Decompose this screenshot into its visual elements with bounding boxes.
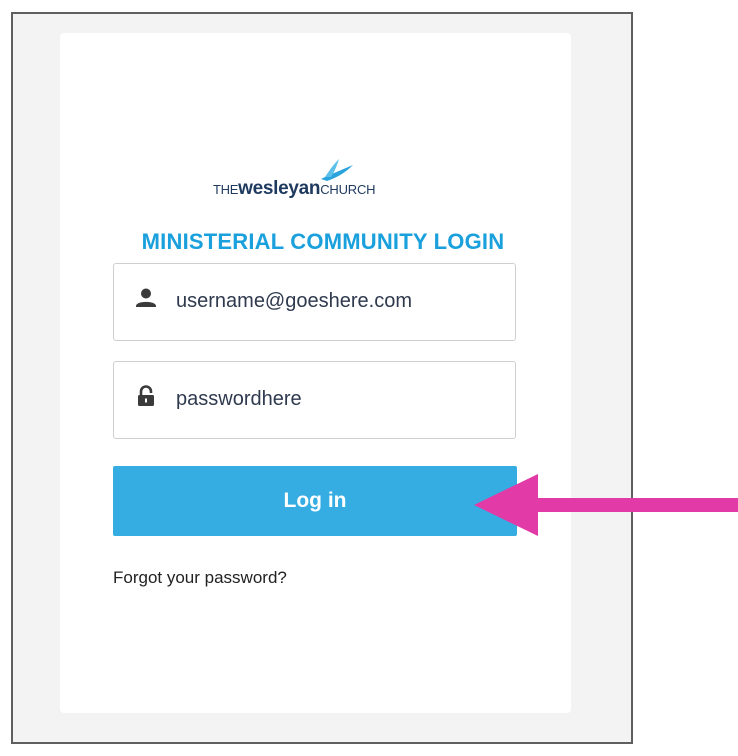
password-field[interactable]: passwordhere: [113, 361, 516, 439]
page-title: MINISTERIAL COMMUNITY LOGIN: [141, 229, 505, 254]
screenshot-frame: THEwesleyanCHURCH MINISTERIAL COMMUNITY …: [11, 12, 633, 744]
wesleyan-church-logo: THEwesleyanCHURCH: [213, 157, 423, 199]
password-value: passwordhere: [176, 388, 302, 410]
logo-wesleyan: wesleyan: [238, 178, 321, 199]
logo-wordmark: THEwesleyanCHURCH: [213, 178, 376, 200]
login-card: THEwesleyanCHURCH MINISTERIAL COMMUNITY …: [60, 33, 571, 713]
username-field[interactable]: username@goeshere.com: [113, 263, 516, 341]
lock-icon: [138, 385, 154, 406]
logo-church: CHURCH: [320, 182, 376, 197]
logo-the: THE: [213, 182, 239, 197]
user-icon: [136, 288, 156, 307]
forgot-password-link[interactable]: Forgot your password?: [113, 568, 287, 588]
username-value: username@goeshere.com: [176, 290, 412, 312]
login-button[interactable]: Log in: [113, 466, 517, 536]
arrow-left-icon: [474, 474, 738, 536]
